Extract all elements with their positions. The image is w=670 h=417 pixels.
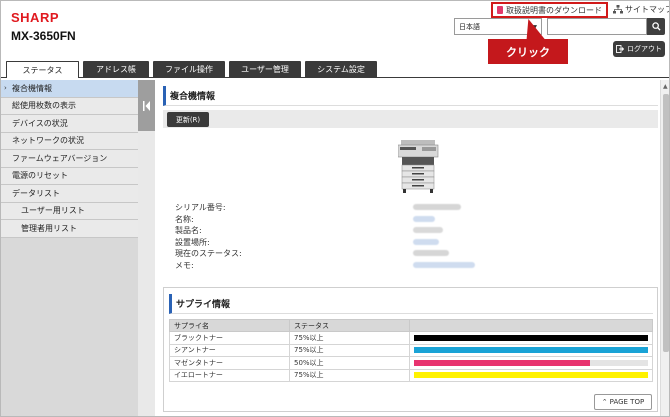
printer-icon	[398, 140, 439, 193]
level-fill	[414, 359, 590, 366]
sidebar: › 複合機情報 総使用枚数の表示 デバイスの状況 ネットワークの状況 ファームウ…	[1, 80, 138, 416]
sidebar-item-power-reset[interactable]: 電源のリセット	[1, 167, 138, 185]
info-row: 製品名:	[175, 225, 475, 237]
refresh-button[interactable]: 更新(R)	[167, 112, 209, 127]
page-top-label: PAGE TOP	[609, 398, 645, 406]
search-icon	[651, 22, 661, 31]
supply-level-cell	[409, 343, 653, 357]
memo-label: メモ:	[175, 260, 194, 270]
page-title: 複合機情報	[163, 86, 658, 106]
manual-download-label: 取扱説明書のダウンロード	[506, 5, 602, 15]
info-row: メモ:	[175, 260, 475, 272]
sidebar-item-admin-list[interactable]: 管理者用リスト	[1, 220, 138, 238]
redacted-value	[413, 204, 461, 210]
sidebar-item-label: 複合機情報	[12, 83, 52, 93]
column-header-level	[409, 319, 653, 332]
supply-name: シアントナー	[169, 343, 290, 357]
logout-label: ログアウト	[627, 45, 662, 53]
chevron-up-icon: ⌃	[601, 398, 608, 406]
column-header-supply-name: サプライ名	[169, 319, 290, 332]
table-header-row: サプライ名 ステータス	[169, 319, 653, 332]
supply-name: マゼンタトナー	[169, 356, 290, 370]
main-tabs: ステータス アドレス帳 ファイル操作 ユーザー管理 システム設定	[6, 61, 377, 78]
sidebar-item-firmware[interactable]: ファームウェアバージョン	[1, 150, 138, 168]
level-bar	[414, 372, 648, 379]
supply-level-cell	[409, 331, 653, 345]
level-bar	[414, 334, 648, 341]
supply-level-cell	[409, 356, 653, 370]
current-status-label: 現在のステータス:	[175, 249, 242, 258]
info-row: シリアル番号:	[175, 202, 475, 214]
sitemap-link[interactable]: サイトマップ	[613, 4, 670, 15]
supply-status: 75%以上	[289, 368, 410, 382]
refresh-bar	[163, 110, 658, 128]
supply-panel: サプライ情報 サプライ名 ステータス ブラックトナー 75%以上 シアントナー …	[163, 287, 658, 412]
app-window: SHARP MX-3650FN 取扱説明書のダウンロード サイトマップ 日本語 …	[0, 0, 670, 417]
info-row: 設置場所:	[175, 237, 475, 249]
logout-button[interactable]: ログアウト	[613, 41, 665, 57]
level-fill	[414, 372, 648, 379]
supply-name: イエロートナー	[169, 368, 290, 382]
sidebar-item-network-status[interactable]: ネットワークの状況	[1, 132, 138, 150]
chevron-right-icon: ›	[4, 84, 7, 93]
column-header-status: ステータス	[289, 319, 410, 332]
info-row: 名称:	[175, 214, 475, 226]
scroll-thumb[interactable]	[663, 94, 669, 352]
redacted-value	[413, 227, 443, 233]
sidebar-item-device-status[interactable]: デバイスの状況	[1, 115, 138, 133]
main-content: 複合機情報 更新(R) シリアル番号: 名称: 製品名: 設置場所: 現在のステ…	[155, 80, 660, 416]
name-label: 名称:	[175, 214, 194, 224]
supply-level-cell	[409, 368, 653, 382]
page-top-button[interactable]: ⌃ PAGE TOP	[594, 394, 652, 410]
supply-table: サプライ名 ステータス ブラックトナー 75%以上 シアントナー 75%以上 マ…	[169, 319, 653, 382]
supply-name: ブラックトナー	[169, 331, 290, 345]
search-input[interactable]	[547, 18, 647, 35]
redacted-value	[413, 250, 449, 256]
device-info-table: シリアル番号: 名称: 製品名: 設置場所: 現在のステータス: メモ:	[175, 202, 475, 271]
redacted-value	[413, 215, 435, 222]
supply-status: 50%以上	[289, 356, 410, 370]
supply-title: サプライ情報	[169, 294, 653, 314]
level-fill	[414, 334, 648, 341]
table-row: マゼンタトナー 50%以上	[169, 356, 653, 370]
table-row: シアントナー 75%以上	[169, 343, 653, 357]
redacted-value	[413, 261, 475, 268]
sitemap-icon	[613, 5, 623, 14]
tab-status[interactable]: ステータス	[6, 61, 79, 78]
book-icon	[497, 6, 503, 14]
click-callout: クリック	[488, 39, 568, 64]
sidebar-item-user-list[interactable]: ユーザー用リスト	[1, 202, 138, 220]
sitemap-label: サイトマップ	[625, 5, 670, 14]
supply-status: 75%以上	[289, 343, 410, 357]
info-row: 現在のステータス:	[175, 248, 475, 260]
product-label: 製品名:	[175, 226, 202, 235]
level-bar	[414, 347, 648, 354]
sidebar-collapse-button[interactable]	[138, 80, 155, 131]
tab-file-operations[interactable]: ファイル操作	[153, 61, 225, 77]
redacted-value	[413, 238, 439, 245]
language-value: 日本語	[459, 22, 480, 31]
tab-system-settings[interactable]: システム設定	[305, 61, 377, 77]
scroll-up-icon[interactable]: ▲	[663, 83, 668, 90]
level-bar	[414, 359, 648, 366]
logout-icon	[616, 45, 624, 53]
sidebar-item-total-count[interactable]: 総使用枚数の表示	[1, 97, 138, 115]
table-row: イエロートナー 75%以上	[169, 368, 653, 382]
search-button[interactable]	[647, 18, 665, 35]
location-label: 設置場所:	[175, 237, 210, 247]
sharp-logo: SHARP	[11, 10, 60, 25]
collapse-left-icon	[142, 100, 150, 111]
sidebar-collapse-strip	[138, 131, 155, 416]
supply-status: 75%以上	[289, 331, 410, 345]
level-fill	[414, 347, 648, 354]
serial-label: シリアル番号:	[175, 203, 226, 212]
model-name: MX-3650FN	[11, 29, 76, 43]
manual-download-link[interactable]: 取扱説明書のダウンロード	[491, 2, 608, 18]
tab-user-management[interactable]: ユーザー管理	[229, 61, 301, 77]
sidebar-item-data-list[interactable]: データリスト	[1, 185, 138, 203]
table-row: ブラックトナー 75%以上	[169, 331, 653, 345]
vertical-scrollbar[interactable]: ▲	[660, 80, 669, 416]
tab-address-book[interactable]: アドレス帳	[83, 61, 149, 77]
sidebar-item-device-info[interactable]: › 複合機情報	[1, 80, 138, 98]
